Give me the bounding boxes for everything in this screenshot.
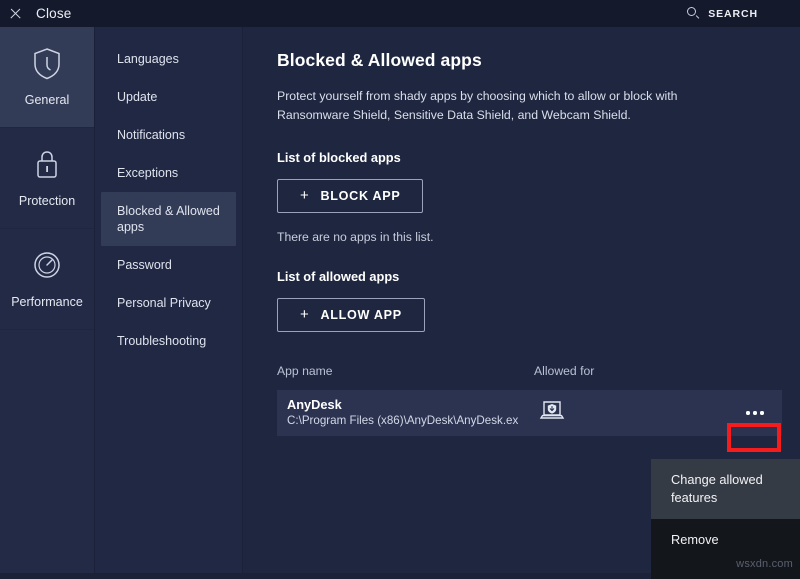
rail-item-general-label: General xyxy=(25,93,69,107)
nav-item-languages[interactable]: Languages xyxy=(101,40,236,78)
search-button-label: SEARCH xyxy=(708,8,758,20)
plus-icon: + xyxy=(300,188,309,203)
page-description: Protect yourself from shady apps by choo… xyxy=(277,87,697,125)
ransomware-shield-laptop-icon xyxy=(539,399,565,428)
lock-icon xyxy=(32,148,62,181)
context-menu-item-remove[interactable]: Remove xyxy=(651,519,800,561)
title-bar: Close SEARCH xyxy=(0,0,800,27)
rail-item-protection-label: Protection xyxy=(19,194,75,208)
settings-nav: Languages Update Notifications Exception… xyxy=(95,27,243,573)
rail-item-general[interactable]: General xyxy=(0,27,94,128)
more-options-icon[interactable] xyxy=(738,402,772,424)
dot xyxy=(746,411,749,414)
dot xyxy=(760,411,763,414)
page-title: Blocked & Allowed apps xyxy=(277,50,800,71)
shield-icon xyxy=(32,47,62,80)
close-button-label: Close xyxy=(36,6,72,21)
nav-item-personal-privacy[interactable]: Personal Privacy xyxy=(101,284,236,322)
nav-item-password[interactable]: Password xyxy=(101,246,236,284)
allowed-for-cell xyxy=(534,399,734,428)
category-rail: General Protection Performance xyxy=(0,27,95,573)
search-icon xyxy=(687,7,700,20)
close-icon xyxy=(9,7,22,20)
blocked-apps-empty-note: There are no apps in this list. xyxy=(277,230,800,244)
app-name: AnyDesk xyxy=(287,397,534,413)
column-header-app-name: App name xyxy=(277,364,534,378)
app-info: AnyDesk C:\Program Files (x86)\AnyDesk\A… xyxy=(277,397,534,429)
column-header-allowed-for: Allowed for xyxy=(534,364,734,378)
rail-item-protection[interactable]: Protection xyxy=(0,128,94,229)
nav-item-exceptions[interactable]: Exceptions xyxy=(101,154,236,192)
block-app-button-label: BLOCK APP xyxy=(320,189,400,203)
allowed-apps-table-header: App name Allowed for xyxy=(277,364,800,378)
close-button[interactable]: Close xyxy=(9,6,72,21)
watermark: wsxdn.com xyxy=(736,558,793,570)
app-path: C:\Program Files (x86)\AnyDesk\AnyDesk.e… xyxy=(287,413,534,429)
nav-item-troubleshooting[interactable]: Troubleshooting xyxy=(101,322,236,360)
plus-icon: + xyxy=(300,307,309,322)
rail-item-performance-label: Performance xyxy=(11,295,83,309)
context-menu-item-change-allowed-features[interactable]: Change allowed features xyxy=(651,459,800,519)
search-button[interactable]: SEARCH xyxy=(687,0,758,27)
allowed-apps-heading: List of allowed apps xyxy=(277,269,800,284)
block-app-button[interactable]: + BLOCK APP xyxy=(277,179,423,213)
blocked-apps-heading: List of blocked apps xyxy=(277,150,800,165)
nav-item-notifications[interactable]: Notifications xyxy=(101,116,236,154)
rail-item-performance[interactable]: Performance xyxy=(0,229,94,330)
dot xyxy=(753,411,756,414)
allow-app-button[interactable]: + ALLOW APP xyxy=(277,298,425,332)
gauge-icon xyxy=(32,249,62,282)
table-row[interactable]: AnyDesk C:\Program Files (x86)\AnyDesk\A… xyxy=(277,390,782,436)
allow-app-button-label: ALLOW APP xyxy=(320,308,401,322)
nav-item-update[interactable]: Update xyxy=(101,78,236,116)
nav-item-blocked-allowed-apps[interactable]: Blocked & Allowed apps xyxy=(101,192,236,246)
